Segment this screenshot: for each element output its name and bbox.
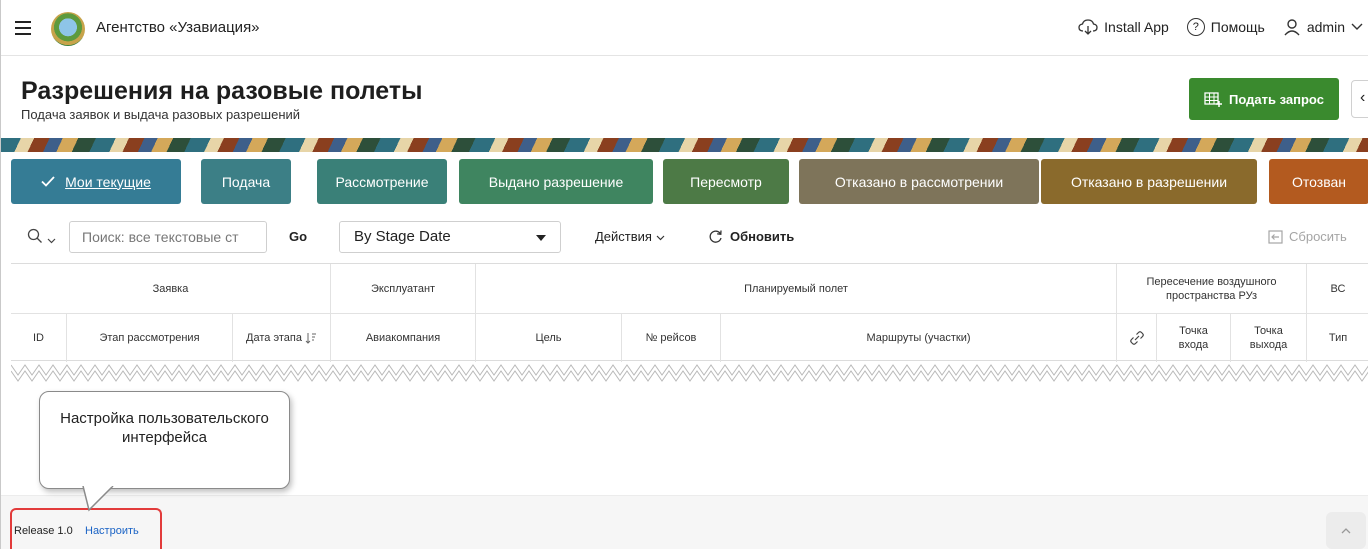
install-app-link[interactable]: Install App	[1078, 19, 1169, 35]
refresh-label: Обновить	[730, 229, 795, 244]
user-menu[interactable]: admin	[1283, 18, 1363, 36]
top-bar: Агентство «Узавиация» Install App ? Помо…	[1, 0, 1368, 56]
tab-review[interactable]: Рассмотрение	[317, 159, 447, 204]
report-select-value: By Stage Date	[354, 228, 451, 245]
help-label: Помощь	[1210, 19, 1265, 35]
tab-my-current-label: Мои текущие	[65, 173, 151, 190]
app-logo	[51, 12, 85, 46]
column-stage-date[interactable]: Дата этапа	[233, 314, 331, 362]
page-title: Разрешения на разовые полеты	[21, 77, 423, 105]
tab-revoked[interactable]: Отозван	[1269, 159, 1368, 204]
column-entry-point[interactable]: Точка входа	[1157, 314, 1231, 362]
app-window: Агентство «Узавиация» Install App ? Помо…	[0, 0, 1368, 549]
column-type[interactable]: Тип	[1307, 314, 1368, 362]
tab-submission[interactable]: Подача	[201, 159, 291, 204]
actions-menu[interactable]: Действия	[595, 229, 665, 244]
page-subtitle: Подача заявок и выдача разовых разрешени…	[21, 107, 301, 122]
refresh-button[interactable]: Обновить	[708, 229, 794, 244]
column-flight-numbers[interactable]: № рейсов	[622, 314, 721, 362]
sort-descending-icon	[305, 333, 316, 344]
add-table-icon	[1204, 92, 1223, 107]
submit-request-label: Подать запрос	[1229, 91, 1324, 107]
decorative-banner	[1, 138, 1368, 152]
install-app-label: Install App	[1104, 19, 1169, 35]
torn-edge-separator	[11, 364, 1368, 382]
user-name: admin	[1306, 19, 1345, 35]
chevron-up-icon	[1341, 528, 1351, 534]
group-airspace: Пересечение воздушного пространства РУз	[1117, 264, 1307, 313]
report-toolbar: Поиск: все текстовые ст Go By Stage Date…	[11, 218, 1368, 256]
submit-request-button[interactable]: Подать запрос	[1189, 78, 1339, 120]
report-grid-header: Заявка Эксплуатант Планируемый полет Пер…	[11, 263, 1368, 362]
scroll-to-top-button[interactable]	[1326, 512, 1366, 549]
group-aircraft: ВС	[1330, 282, 1346, 295]
column-id[interactable]: ID	[11, 314, 67, 362]
column-link[interactable]	[1117, 314, 1157, 362]
tab-my-current[interactable]: Мои текущие	[11, 159, 181, 204]
customize-link[interactable]: Настроить	[85, 525, 139, 537]
column-routes[interactable]: Маршруты (участки)	[721, 314, 1117, 362]
cloud-download-icon	[1078, 19, 1098, 35]
release-label: Release 1.0	[14, 525, 73, 537]
help-icon: ?	[1186, 18, 1205, 36]
column-stage-date-label: Дата этапа	[246, 332, 302, 344]
menu-icon[interactable]	[15, 21, 31, 35]
callout-tooltip: Настройка пользовательского интерфейса	[39, 391, 290, 489]
actions-label: Действия	[595, 229, 652, 244]
app-title[interactable]: Агентство «Узавиация»	[96, 19, 260, 36]
callout-pointer	[82, 486, 114, 512]
chevron-down-icon	[47, 238, 56, 244]
column-stage[interactable]: Этап рассмотрения	[67, 314, 233, 362]
search-column-menu[interactable]	[27, 228, 56, 248]
search-icon	[27, 228, 42, 243]
search-input[interactable]: Поиск: все текстовые ст	[69, 221, 267, 253]
refresh-icon	[709, 230, 722, 243]
chevron-down-icon	[1351, 23, 1363, 30]
tab-permit-issued[interactable]: Выдано разрешение	[459, 159, 653, 204]
reset-button[interactable]: Сбросить	[1268, 229, 1347, 244]
column-purpose[interactable]: Цель	[476, 314, 622, 362]
reset-label: Сбросить	[1289, 229, 1347, 244]
tab-permit-denied[interactable]: Отказано в разрешении	[1041, 159, 1257, 204]
page-footer	[1, 495, 1368, 549]
chevron-down-icon	[656, 235, 665, 241]
user-icon	[1284, 19, 1300, 36]
check-icon	[41, 176, 55, 187]
column-exit-point[interactable]: Точка выхода	[1231, 314, 1307, 362]
help-link[interactable]: ? Помощь	[1186, 18, 1265, 36]
reset-icon	[1268, 229, 1283, 244]
caret-down-icon	[536, 235, 546, 241]
report-select[interactable]: By Stage Date	[339, 221, 561, 253]
group-application: Заявка	[11, 264, 331, 313]
link-icon	[1129, 331, 1144, 345]
column-airline[interactable]: Авиакомпания	[331, 314, 476, 362]
group-planned-flight: Планируемый полет	[476, 264, 1117, 313]
tab-review-denied[interactable]: Отказано в рассмотрении	[799, 159, 1039, 204]
go-button[interactable]: Go	[289, 229, 307, 244]
top-right-nav: Install App ? Помощь admin	[1066, 18, 1363, 36]
tab-reconsideration[interactable]: Пересмотр	[663, 159, 789, 204]
collapse-button[interactable]: ‹	[1351, 80, 1368, 118]
group-operator: Эксплуатант	[331, 264, 476, 313]
